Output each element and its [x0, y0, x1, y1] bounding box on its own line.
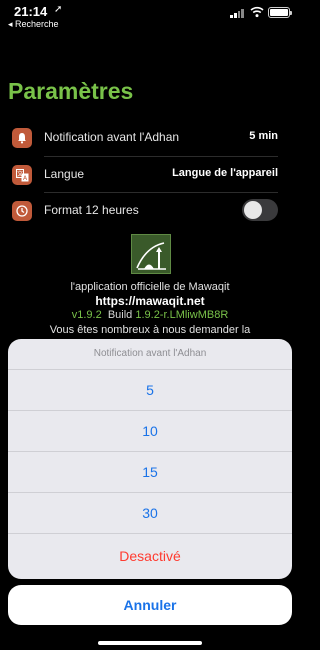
- action-sheet-title: Notification avant l'Adhan: [93, 348, 207, 359]
- mawaqit-logo: [131, 234, 171, 274]
- back-to-search-link[interactable]: ◂ Recherche: [8, 19, 59, 30]
- format-12h-toggle[interactable]: [242, 199, 278, 221]
- status-bar: 21:14 ➚ ◂ Recherche: [0, 0, 300, 34]
- format-label: Format 12 heures: [44, 203, 139, 217]
- option-5-button[interactable]: 5: [8, 369, 292, 410]
- option-30-button[interactable]: 30: [8, 492, 292, 533]
- website-link[interactable]: https://mawaqit.net: [0, 294, 300, 308]
- disable-button[interactable]: Desactivé: [8, 533, 292, 579]
- version-number: v1.9.2: [71, 309, 102, 321]
- version-info: v1.9.2 Build 1.9.2-r.LMliwMB8R: [0, 309, 300, 321]
- settings-row-notification[interactable]: Notification avant l'Adhan 5 min: [0, 120, 300, 156]
- bell-icon: [12, 128, 32, 148]
- settings-row-format: Format 12 heures: [0, 193, 300, 229]
- about-paragraph: Vous êtes nombreux à nous demander la: [49, 324, 251, 336]
- page-title: Paramètres: [8, 78, 134, 104]
- status-time: 21:14: [14, 4, 48, 19]
- translate-icon: 文A: [12, 165, 32, 185]
- language-label: Langue: [44, 167, 85, 181]
- cellular-signal-icon: [230, 8, 244, 18]
- notification-value: 5 min: [249, 130, 278, 142]
- notification-label: Notification avant l'Adhan: [44, 130, 180, 144]
- option-15-button[interactable]: 15: [8, 451, 292, 492]
- language-value: Langue de l'appareil: [172, 167, 278, 179]
- settings-row-language[interactable]: 文A Langue Langue de l'appareil: [0, 157, 300, 193]
- notification-action-sheet: Notification avant l'Adhan 5 10 15 30 De…: [8, 339, 292, 579]
- clock-icon: [12, 201, 32, 221]
- wifi-icon: [250, 6, 264, 18]
- app-description: l'application officielle de Mawaqit: [70, 281, 230, 293]
- cancel-button[interactable]: Annuler: [8, 585, 292, 625]
- build-number: 1.9.2-r.LMliwMB8R: [135, 309, 229, 321]
- battery-icon: [268, 7, 292, 18]
- location-arrow-icon: ➚: [54, 4, 63, 15]
- home-indicator: [98, 641, 202, 645]
- build-label: Build: [107, 309, 133, 321]
- option-10-button[interactable]: 10: [8, 410, 292, 451]
